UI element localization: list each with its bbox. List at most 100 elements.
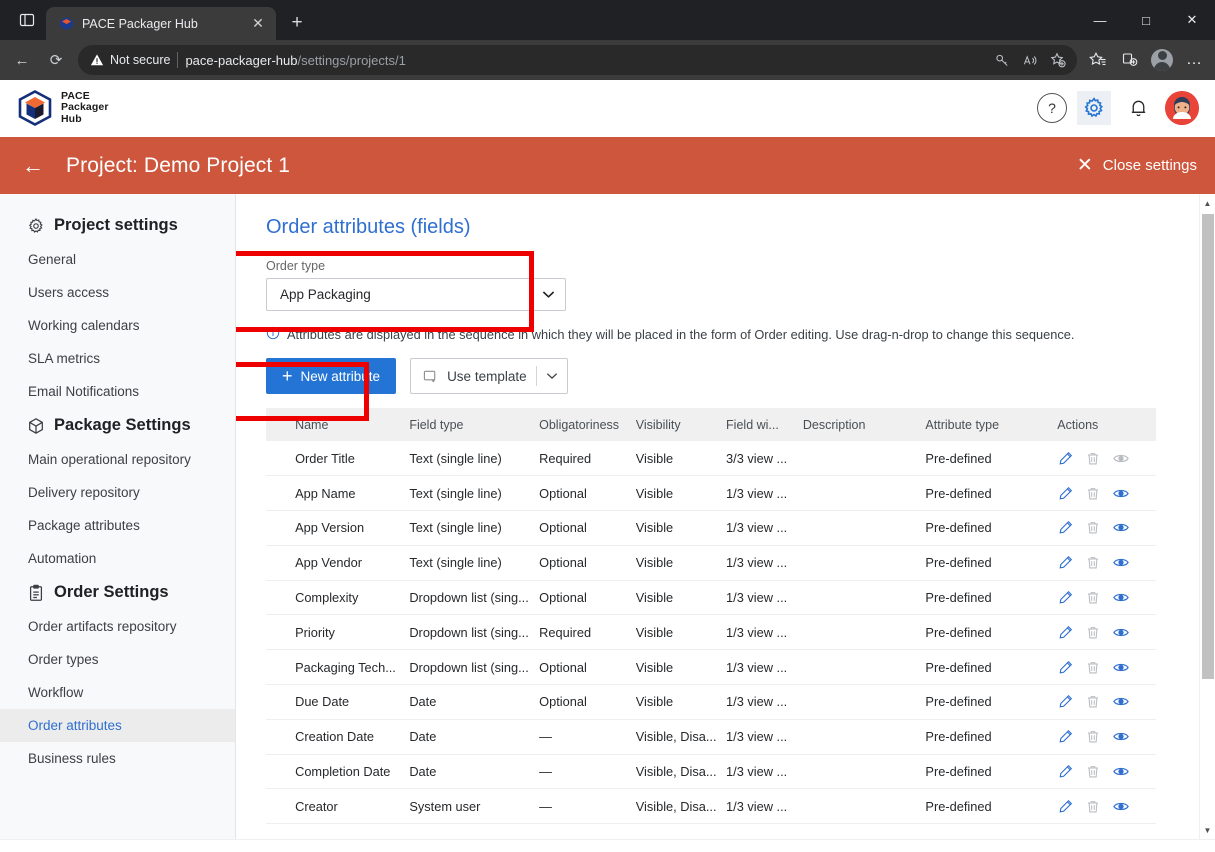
app-logo[interactable]: PACE Packager Hub [18,90,109,126]
visibility-eye-icon[interactable] [1113,659,1130,675]
edit-pencil-icon[interactable] [1057,764,1073,780]
delete-trash-icon[interactable] [1085,764,1101,780]
sidebar-item-workflow[interactable]: Workflow [0,676,235,709]
vertical-scrollbar[interactable]: ▲ ▼ [1199,194,1215,839]
table-row[interactable]: Packaging Tech... Dropdown list (sing... O… [266,649,1156,686]
read-aloud-icon[interactable] [1017,47,1043,73]
delete-trash-icon[interactable] [1085,555,1101,571]
horizontal-scrollbar[interactable] [0,839,1215,852]
table-row[interactable]: Priority Dropdown list (sing... Required Vi… [266,614,1156,651]
sidebar-item-order-artifacts-repository[interactable]: Order artifacts repository [0,610,235,643]
sidebar-item-delivery-repository[interactable]: Delivery repository [0,476,235,509]
drag-handle-icon[interactable] [266,545,296,581]
sidebar-item-email-notifications[interactable]: Email Notifications [0,375,235,408]
delete-trash-icon[interactable] [1085,694,1101,710]
scroll-up-arrow[interactable]: ▲ [1200,194,1215,212]
drag-handle-icon[interactable] [266,649,296,686]
table-row[interactable]: Order Title Text (single line) Required Vis… [266,441,1156,477]
browser-tab[interactable]: PACE Packager Hub ✕ [46,7,276,40]
new-tab-button[interactable]: + [280,6,314,40]
new-attribute-button[interactable]: + New attribute [266,358,397,394]
table-row[interactable]: Creator System user — Visible, Disa... 1/3 v… [266,788,1156,825]
help-button[interactable]: ? [1037,93,1067,123]
use-template-button[interactable]: Use template [410,358,568,394]
sidebar-item-automation[interactable]: Automation [0,542,235,575]
not-secure-indicator[interactable]: Not secure [90,53,170,67]
drag-handle-icon[interactable] [266,719,296,755]
tab-actions-button[interactable] [8,0,46,40]
tab-close-icon[interactable]: ✕ [248,14,268,34]
edit-pencil-icon[interactable] [1057,485,1073,501]
drag-handle-icon[interactable] [266,754,296,790]
visibility-eye-icon[interactable] [1113,555,1130,571]
delete-trash-icon[interactable] [1085,798,1101,814]
window-close-button[interactable]: ✕ [1169,0,1215,40]
add-favorite-icon[interactable] [1045,47,1071,73]
settings-gear-button[interactable] [1077,91,1111,125]
visibility-eye-icon[interactable] [1113,624,1130,640]
sidebar-item-business-rules[interactable]: Business rules [0,742,235,775]
visibility-eye-icon[interactable] [1113,520,1130,536]
table-row[interactable]: Creation Date Date — Visible, Disa... 1/3 vi… [266,719,1156,755]
project-back-button[interactable]: ← [22,153,52,179]
visibility-eye-icon[interactable] [1113,694,1130,710]
delete-trash-icon[interactable] [1085,450,1101,466]
drag-handle-icon[interactable] [266,684,296,720]
close-settings-button[interactable]: ✕ Close settings [1077,154,1197,177]
vertical-scrollbar-thumb[interactable] [1202,214,1214,679]
edit-pencil-icon[interactable] [1057,798,1073,814]
visibility-eye-icon[interactable] [1113,450,1130,466]
table-row[interactable]: Complexity Dropdown list (sing... Optional… [266,580,1156,616]
visibility-eye-icon[interactable] [1113,764,1130,780]
notifications-button[interactable] [1121,91,1155,125]
edit-pencil-icon[interactable] [1057,520,1073,536]
chevron-down-icon[interactable] [546,372,558,380]
sidebar-item-working-calendars[interactable]: Working calendars [0,309,235,342]
edit-pencil-icon[interactable] [1057,555,1073,571]
visibility-eye-icon[interactable] [1113,798,1130,814]
edit-pencil-icon[interactable] [1057,624,1073,640]
reload-button[interactable]: ⟳ [40,44,72,76]
table-row[interactable]: Completion Date Date — Visible, Disa... 1/3 … [266,754,1156,790]
visibility-eye-icon[interactable] [1113,729,1130,745]
drag-handle-icon[interactable] [266,580,296,616]
omnibox[interactable]: Not secure pace-packager-hub/settings/pr… [78,45,1077,75]
minimize-button[interactable]: — [1077,0,1123,40]
profile-icon[interactable] [1147,45,1177,75]
back-button[interactable]: ← [6,44,38,76]
table-row[interactable]: App Vendor Text (single line) Optional Visi… [266,545,1156,581]
delete-trash-icon[interactable] [1085,624,1101,640]
table-row[interactable]: App Version Text (single line) Optional Vis… [266,510,1156,546]
key-icon[interactable] [989,47,1015,73]
col-field-type[interactable]: Field type [409,408,540,441]
sidebar-item-main-operational-repository[interactable]: Main operational repository [0,443,235,476]
horizontal-scrollbar-thumb[interactable] [232,841,752,851]
col-description[interactable]: Description [802,408,926,441]
sidebar-item-general[interactable]: General [0,243,235,276]
col-obligatoriness[interactable]: Obligatoriness [539,408,636,441]
col-attribute-type[interactable]: Attribute type [925,408,1058,441]
visibility-eye-icon[interactable] [1113,485,1130,501]
edit-pencil-icon[interactable] [1057,694,1073,710]
settings-more-icon[interactable]: … [1179,45,1209,75]
col-field-width[interactable]: Field wi... [726,408,803,441]
visibility-eye-icon[interactable] [1113,590,1130,606]
edit-pencil-icon[interactable] [1057,659,1073,675]
scroll-down-arrow[interactable]: ▼ [1200,821,1215,839]
delete-trash-icon[interactable] [1085,729,1101,745]
sidebar-item-users-access[interactable]: Users access [0,276,235,309]
drag-handle-icon[interactable] [266,510,296,546]
sidebar-item-order-attributes[interactable]: Order attributes [0,709,235,742]
sidebar-item-package-attributes[interactable]: Package attributes [0,509,235,542]
sidebar-item-sla-metrics[interactable]: SLA metrics [0,342,235,375]
delete-trash-icon[interactable] [1085,590,1101,606]
drag-handle-icon[interactable] [266,441,296,477]
table-row[interactable]: Due Date Date Optional Visible 1/3 view ... P… [266,684,1156,720]
col-visibility[interactable]: Visibility [635,408,727,441]
drag-handle-icon[interactable] [266,614,296,651]
edit-pencil-icon[interactable] [1057,450,1073,466]
edit-pencil-icon[interactable] [1057,729,1073,745]
col-name[interactable]: Name [295,408,410,441]
delete-trash-icon[interactable] [1085,520,1101,536]
collections-icon[interactable] [1115,45,1145,75]
